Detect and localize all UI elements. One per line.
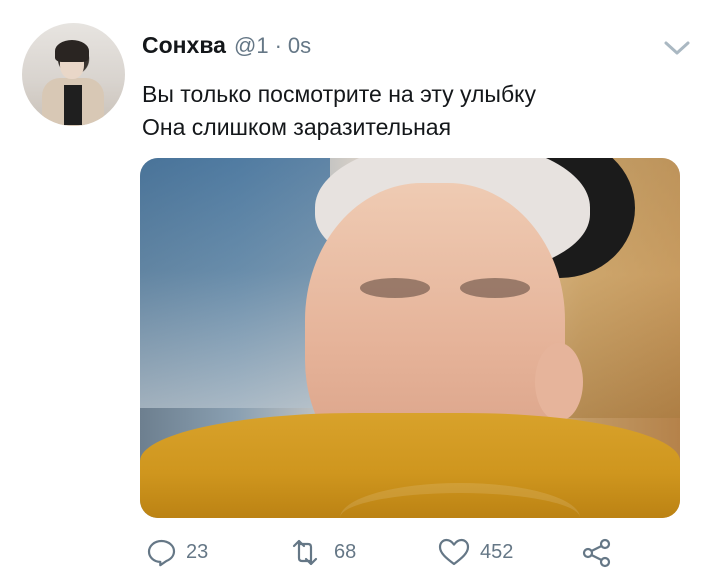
photo-background-left (140, 158, 330, 408)
share-icon (582, 538, 611, 568)
like-count: 452 (480, 540, 514, 563)
tweet-text-line: Вы только посмотрите на эту улыбку (142, 81, 536, 107)
reply-button[interactable]: 23 (146, 532, 208, 572)
chevron-down-icon[interactable] (663, 38, 691, 58)
user-handle[interactable]: @1 (234, 33, 269, 59)
separator-dot: · (274, 33, 282, 58)
tweet-header: Сонхва @1 · 0s (142, 32, 311, 62)
photo-ear (535, 343, 583, 421)
tweet-photo[interactable] (140, 158, 680, 518)
retweet-icon (292, 539, 318, 565)
avatar-hair (55, 40, 89, 62)
retweet-count: 68 (334, 540, 357, 563)
tweet-actions: 23 68 452 (140, 532, 640, 572)
reply-count: 23 (186, 540, 209, 563)
avatar-shirt (64, 85, 82, 125)
display-name[interactable]: Сонхва (142, 32, 226, 59)
tweet-text: Вы только посмотрите на эту улыбку Она с… (142, 78, 536, 144)
like-button[interactable]: 452 (437, 532, 513, 572)
heart-icon (438, 538, 470, 566)
tweet-text-line: Она слишком заразительная (142, 114, 452, 140)
retweet-button[interactable]: 68 (285, 532, 356, 572)
photo-eye-left (360, 278, 430, 298)
avatar[interactable] (22, 23, 125, 126)
share-button[interactable] (580, 532, 614, 572)
photo-eye-right (460, 278, 530, 298)
reply-icon (147, 539, 176, 566)
tweet-timestamp[interactable]: 0s (288, 33, 311, 59)
